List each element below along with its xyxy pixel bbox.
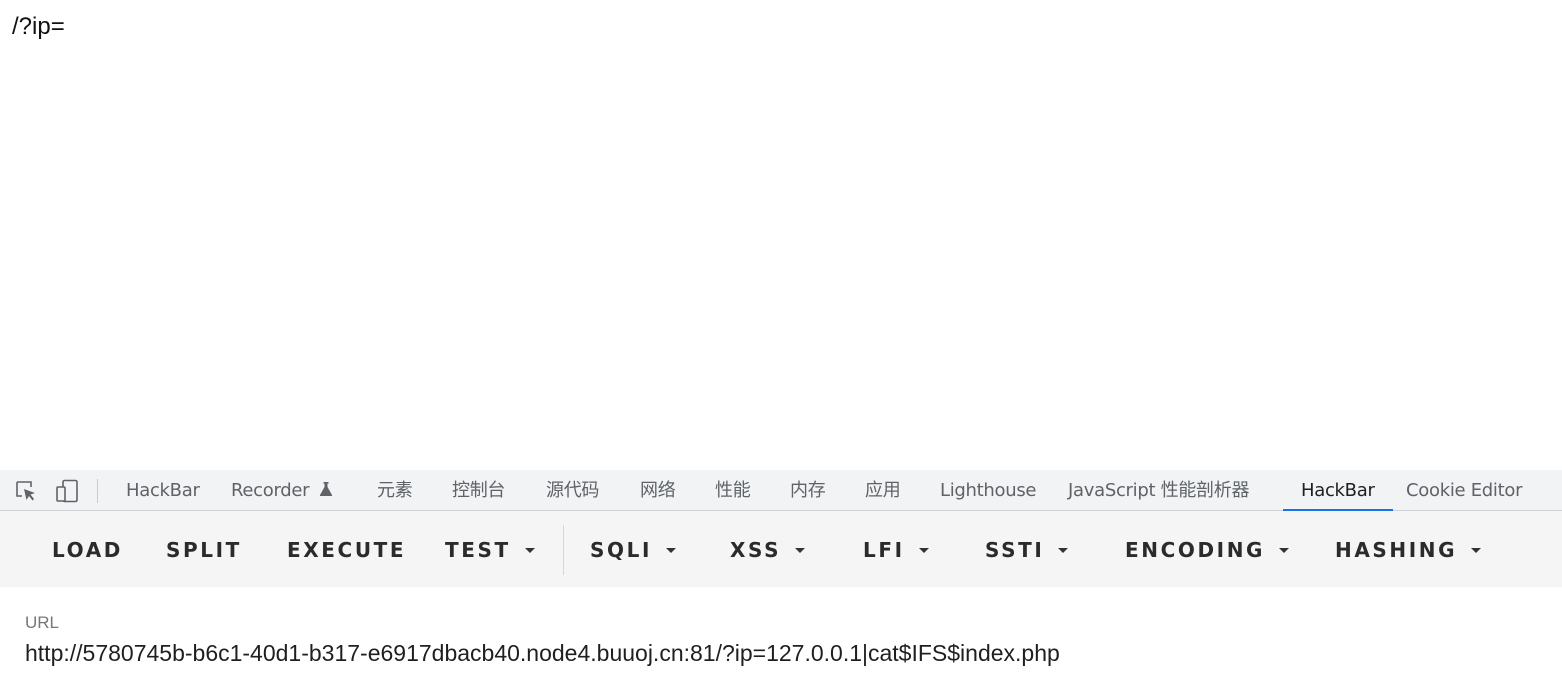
tab-label: Lighthouse [940,480,1037,501]
toolbar-separator [97,479,98,503]
button-label: LOAD [52,538,123,562]
button-label: SSTI [985,538,1045,562]
tab-label: HackBar [126,480,200,501]
tab-label: 性能 [715,480,751,501]
button-label: TEST [445,538,511,562]
caret-down-icon [1279,548,1290,553]
tab-label: 网络 [640,480,676,501]
tab-hackbar-active[interactable]: HackBar [1283,470,1393,511]
tab-sources[interactable]: 源代码 [546,470,599,510]
hackbar-toolbar: LOAD SPLIT EXECUTE TEST SQLI XSS LFI SST… [0,511,1562,587]
lfi-dropdown-button[interactable]: LFI [863,511,929,587]
tab-label: 控制台 [452,480,506,501]
tab-recorder[interactable]: Recorder [231,470,333,510]
device-toolbar-icon[interactable] [55,479,79,503]
flask-icon [319,471,333,496]
tab-js-profiler[interactable]: JavaScript 性能剖析器 [1068,470,1249,510]
tab-application[interactable]: 应用 [865,470,901,510]
tab-cookie-editor[interactable]: Cookie Editor [1406,470,1522,510]
test-dropdown-button[interactable]: TEST [445,511,535,587]
button-label: HASHING [1335,538,1458,562]
button-label: EXECUTE [287,538,407,562]
sqli-dropdown-button[interactable]: SQLI [590,511,676,587]
button-label: SPLIT [166,538,242,562]
ssti-dropdown-button[interactable]: SSTI [985,511,1069,587]
tab-hackbar-left[interactable]: HackBar [126,470,200,510]
encoding-dropdown-button[interactable]: ENCODING [1125,511,1290,587]
browser-viewport: /?ip= HackBar Recorder 元素 控制台 源代码 网络 性能 … [0,0,1562,678]
devtools-tab-bar: HackBar Recorder 元素 控制台 源代码 网络 性能 内存 应用 … [0,470,1562,511]
url-input[interactable]: http://5780745b-b6c1-40d1-b317-e6917dbac… [25,640,1545,667]
tab-memory[interactable]: 内存 [790,470,826,510]
page-output-text: /?ip= [12,13,65,40]
caret-down-icon [1058,548,1069,553]
caret-down-icon [666,548,676,553]
tab-elements[interactable]: 元素 [377,470,413,510]
inspect-element-icon[interactable] [14,479,38,503]
tab-label: HackBar [1301,480,1375,501]
tab-console[interactable]: 控制台 [452,470,505,510]
url-field-label: URL [25,613,60,632]
tab-performance[interactable]: 性能 [715,470,751,510]
tab-label: 元素 [377,480,413,501]
tab-label: 内存 [790,480,826,501]
caret-down-icon [524,548,535,553]
xss-dropdown-button[interactable]: XSS [730,511,806,587]
tab-label: 源代码 [546,480,600,501]
hashing-dropdown-button[interactable]: HASHING [1335,511,1482,587]
tab-label: JavaScript 性能剖析器 [1068,480,1250,501]
tab-label: Cookie Editor [1406,480,1523,501]
tab-lighthouse[interactable]: Lighthouse [940,470,1037,510]
toolbar-divider [563,525,564,575]
button-label: SQLI [590,538,652,562]
caret-down-icon [918,548,929,553]
button-label: LFI [863,538,905,562]
tab-network[interactable]: 网络 [640,470,676,510]
button-label: XSS [730,538,782,562]
load-button[interactable]: LOAD [52,511,123,587]
split-button[interactable]: SPLIT [166,511,242,587]
button-label: ENCODING [1125,538,1266,562]
execute-button[interactable]: EXECUTE [287,511,406,587]
caret-down-icon [795,548,806,553]
caret-down-icon [1471,548,1482,553]
tab-label: 应用 [865,480,901,501]
tab-label: Recorder [231,480,310,501]
